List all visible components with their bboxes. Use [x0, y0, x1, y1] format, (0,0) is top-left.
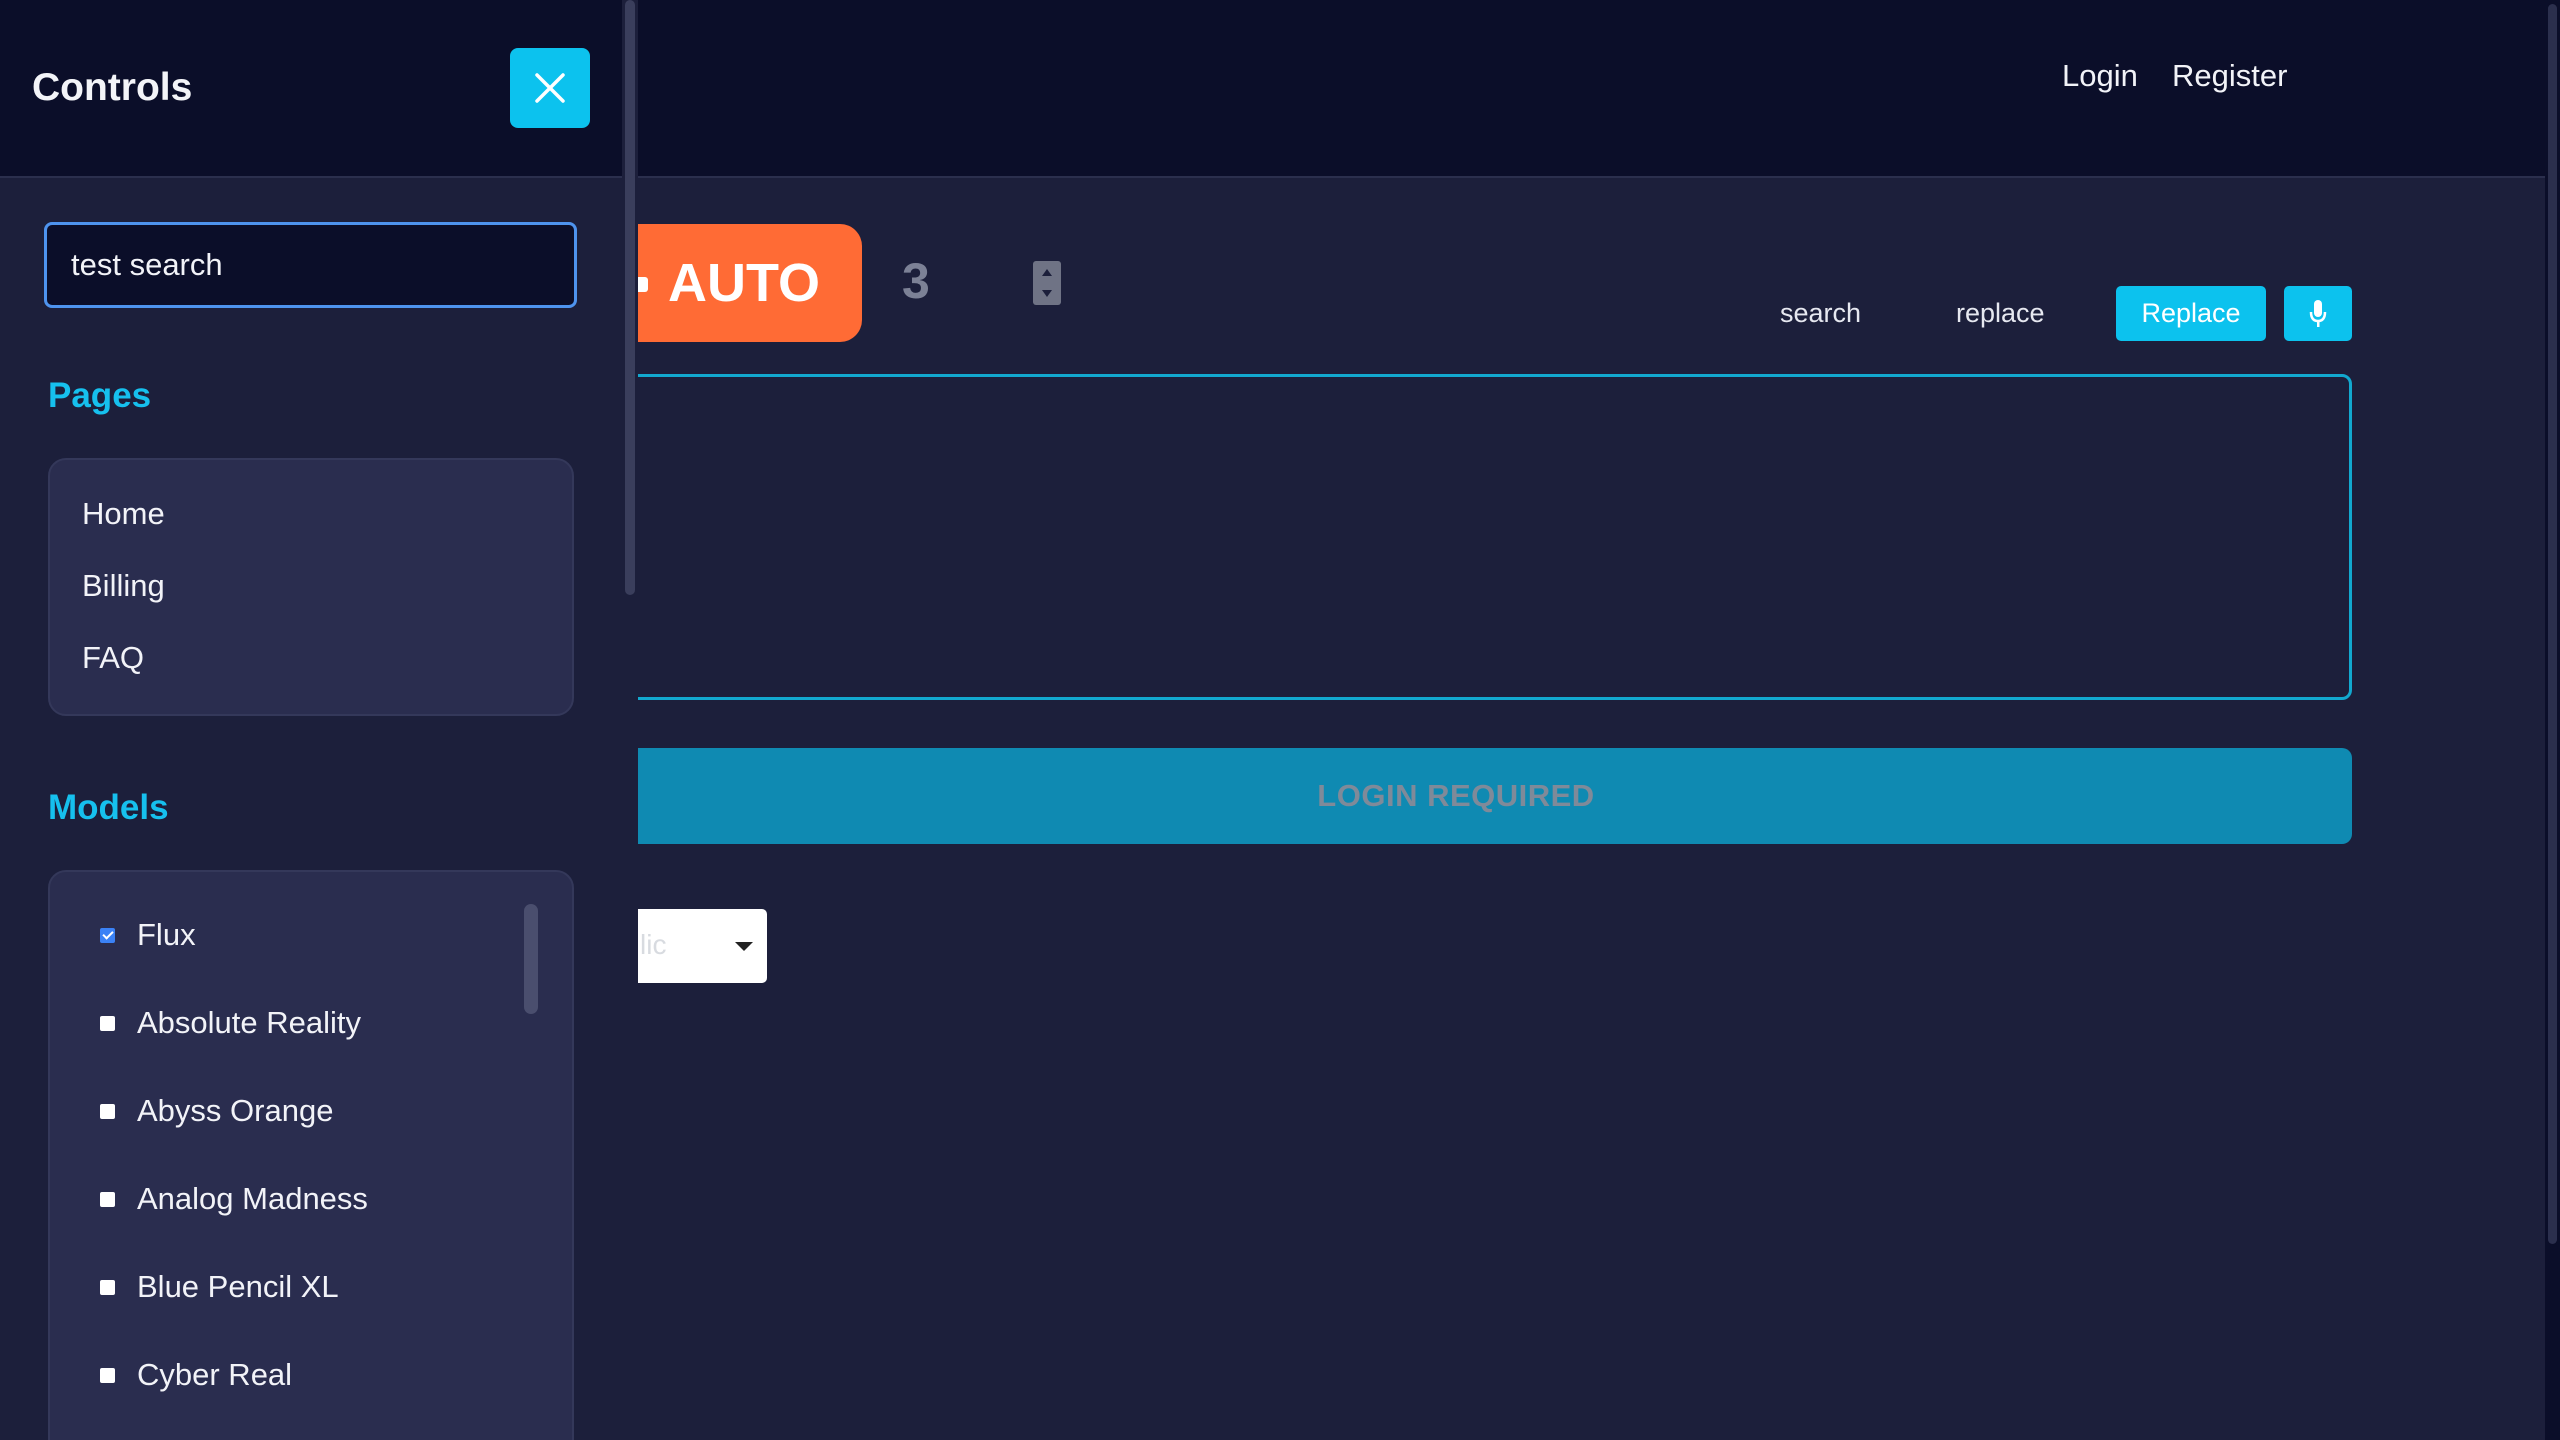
controls-panel: Controls Pages Home Billing FAQ Models F… [0, 0, 623, 1440]
panel-header: Controls [0, 0, 622, 178]
image-count-value: 3 [902, 253, 930, 309]
model-label: Abyss Orange [137, 1093, 334, 1128]
models-scrollbar-thumb[interactable] [524, 904, 538, 1014]
checkbox-icon[interactable] [100, 1279, 115, 1295]
model-label: Cyber Real [137, 1357, 293, 1392]
checkbox-icon[interactable] [100, 1103, 115, 1119]
models-section-title: Models [48, 788, 169, 827]
auto-button-label: AUTO [667, 253, 820, 313]
login-required-button[interactable]: LOGIN REQUIRED [560, 748, 2352, 844]
pages-section-title: Pages [48, 376, 152, 415]
model-option-absolute-reality[interactable]: Absolute Reality [100, 998, 361, 1048]
page-link-home[interactable]: Home [82, 496, 165, 532]
microphone-icon [2309, 299, 2327, 327]
login-link[interactable]: Login [2062, 58, 2138, 94]
model-label: Absolute Reality [137, 1005, 362, 1040]
checkbox-checked-icon[interactable] [100, 927, 115, 943]
panel-scrollbar-thumb[interactable] [625, 0, 635, 595]
count-stepper[interactable] [1033, 261, 1061, 305]
visibility-select-value: lic [640, 929, 667, 960]
checkbox-icon[interactable] [100, 1191, 115, 1207]
microphone-button[interactable] [2284, 286, 2352, 341]
panel-scrollbar[interactable] [622, 0, 638, 1440]
model-option-flux[interactable]: Flux [100, 910, 196, 960]
model-option-blue-pencil-xl[interactable]: Blue Pencil XL [100, 1262, 339, 1312]
page-scrollbar-thumb[interactable] [2548, 4, 2557, 1244]
close-panel-button[interactable] [510, 48, 590, 128]
panel-search-input[interactable] [44, 222, 577, 308]
page-scrollbar[interactable] [2545, 0, 2560, 1440]
pages-list: Home Billing FAQ [48, 458, 574, 716]
model-label: Blue Pencil XL [137, 1269, 339, 1304]
register-link[interactable]: Register [2172, 58, 2287, 94]
model-option-analog-madness[interactable]: Analog Madness [100, 1174, 368, 1224]
checkbox-icon[interactable] [100, 1367, 115, 1383]
auto-button[interactable]: AUTO [600, 224, 862, 342]
models-list: Flux Absolute Reality Abyss Orange Analo… [48, 870, 574, 1440]
page-link-faq[interactable]: FAQ [82, 640, 144, 676]
close-icon [535, 73, 565, 103]
search-field-label[interactable]: search [1780, 298, 1861, 329]
model-label: Analog Madness [137, 1181, 368, 1216]
model-option-cyber-real[interactable]: Cyber Real [100, 1350, 292, 1400]
chevron-down-icon [735, 942, 753, 951]
prompt-textarea[interactable] [560, 374, 2352, 700]
replace-button[interactable]: Replace [2116, 286, 2266, 341]
model-option-abyss-orange[interactable]: Abyss Orange [100, 1086, 333, 1136]
panel-title: Controls [32, 66, 193, 109]
checkbox-icon[interactable] [100, 1015, 115, 1031]
replace-field-label[interactable]: replace [1956, 298, 2045, 329]
model-label: Flux [137, 917, 196, 952]
page-link-billing[interactable]: Billing [82, 568, 165, 604]
